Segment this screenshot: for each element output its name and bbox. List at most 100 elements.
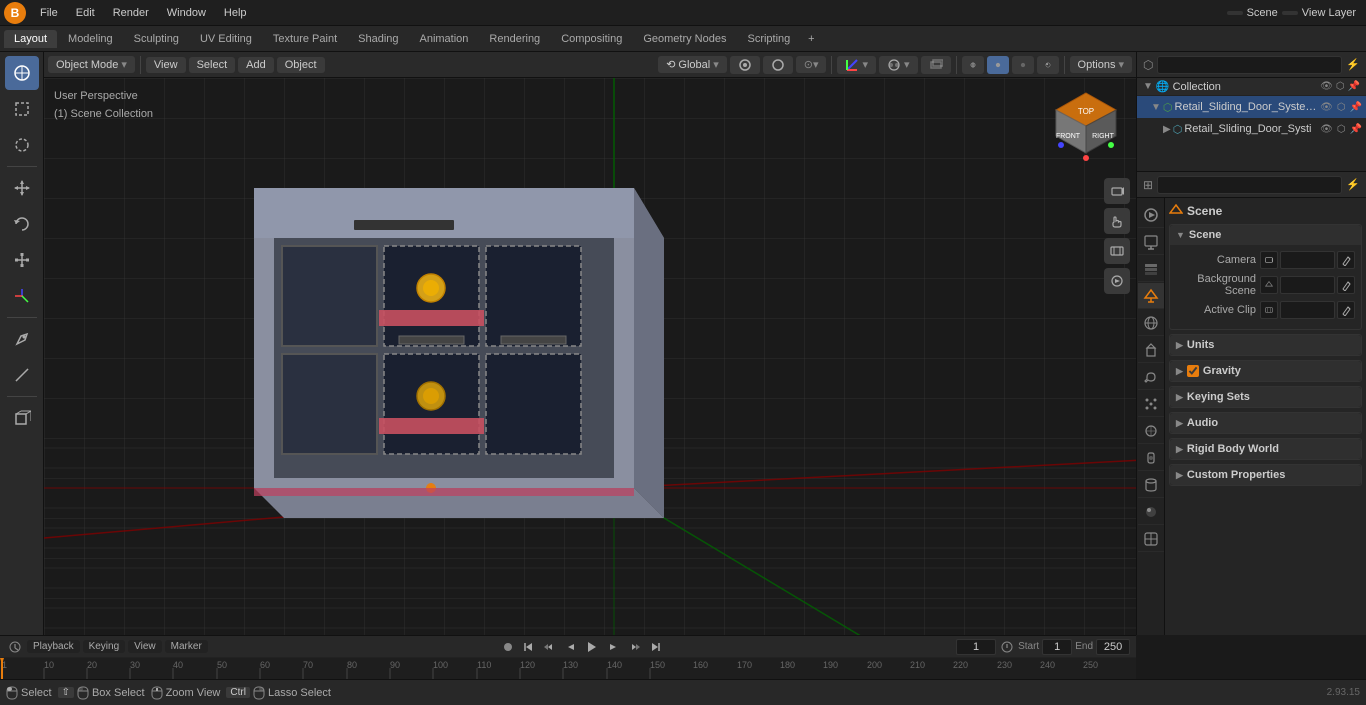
- outliner-search[interactable]: [1157, 56, 1342, 74]
- move-tool[interactable]: [5, 171, 39, 205]
- viewport-object-menu[interactable]: Object: [277, 57, 325, 73]
- menu-file[interactable]: File: [32, 5, 66, 21]
- object-mode-selector[interactable]: Object Mode ▾: [48, 56, 135, 73]
- prop-tab-physics[interactable]: [1138, 418, 1164, 444]
- transform-global-selector[interactable]: ⟲ Global ▾: [658, 56, 727, 73]
- hand-tool-btn[interactable]: [1104, 208, 1130, 234]
- end-frame-field[interactable]: 250: [1096, 639, 1130, 655]
- viewport-select-menu[interactable]: Select: [189, 57, 236, 73]
- xray-toggle[interactable]: [921, 56, 951, 74]
- menu-edit[interactable]: Edit: [68, 5, 103, 21]
- tab-scripting[interactable]: Scripting: [737, 30, 800, 48]
- material-shading[interactable]: [1012, 56, 1034, 74]
- select-circle-tool[interactable]: [5, 128, 39, 162]
- play-btn[interactable]: [583, 638, 601, 656]
- menu-window[interactable]: Window: [159, 5, 214, 21]
- keying-sets-header[interactable]: ▶ Keying Sets: [1170, 387, 1361, 407]
- cursor-tool[interactable]: [5, 56, 39, 90]
- properties-search[interactable]: [1157, 176, 1342, 194]
- active-clip-field[interactable]: [1280, 301, 1335, 319]
- show-gizmo[interactable]: ▾: [837, 56, 876, 74]
- prop-tab-particles[interactable]: [1138, 391, 1164, 417]
- current-frame-field[interactable]: 1: [956, 639, 996, 655]
- prop-tab-world[interactable]: [1138, 310, 1164, 336]
- outliner-filter-icon[interactable]: ⚡: [1346, 58, 1360, 71]
- menu-render[interactable]: Render: [105, 5, 157, 21]
- add-cube-tool[interactable]: [5, 401, 39, 435]
- menu-help[interactable]: Help: [216, 5, 255, 21]
- tab-shading[interactable]: Shading: [348, 30, 408, 48]
- marker-label[interactable]: Marker: [165, 640, 208, 653]
- active-clip-icon[interactable]: [1260, 301, 1278, 319]
- prop-tab-constraints[interactable]: [1138, 445, 1164, 471]
- playback-label[interactable]: Playback: [27, 640, 80, 653]
- keying-label[interactable]: Keying: [83, 640, 126, 653]
- camera-edit-btn[interactable]: [1337, 251, 1355, 269]
- 3d-viewport[interactable]: Object Mode ▾ View Select Add Object: [44, 52, 1136, 635]
- prop-tab-modifier[interactable]: [1138, 364, 1164, 390]
- view-layer-selector[interactable]: [1282, 11, 1298, 15]
- next-keyframe-btn[interactable]: [625, 638, 643, 656]
- rigid-body-world-header[interactable]: ▶ Rigid Body World: [1170, 439, 1361, 459]
- scene-selector[interactable]: [1227, 11, 1243, 15]
- viewport-view-menu[interactable]: View: [146, 57, 186, 73]
- record-btn[interactable]: [499, 638, 517, 656]
- prop-tab-shader[interactable]: [1138, 526, 1164, 552]
- outliner-item-1[interactable]: ▶ ⬡ Retail_Sliding_Door_Systi 👁 ⬡ 📌: [1137, 118, 1366, 140]
- prop-tab-data[interactable]: [1138, 472, 1164, 498]
- jump-start-btn[interactable]: [520, 638, 538, 656]
- tab-uv-editing[interactable]: UV Editing: [190, 30, 262, 48]
- prop-tab-view-layer[interactable]: [1138, 256, 1164, 282]
- prop-tab-render[interactable]: [1138, 202, 1164, 228]
- outliner-item-0[interactable]: ▼ ⬡ Retail_Sliding_Door_System_ 👁 ⬡ 📌: [1137, 96, 1366, 118]
- prev-frame-btn[interactable]: [562, 638, 580, 656]
- proportional-edit[interactable]: [763, 56, 793, 74]
- viewport-canvas[interactable]: User Perspective (1) Scene Collection TO…: [44, 78, 1136, 635]
- snap-toggle[interactable]: [730, 56, 760, 74]
- prop-tab-scene[interactable]: [1138, 283, 1164, 309]
- camera-view-btn[interactable]: [1104, 178, 1130, 204]
- scene-section-header[interactable]: ▼ Scene: [1170, 225, 1361, 245]
- tab-animation[interactable]: Animation: [410, 30, 479, 48]
- prop-tab-object[interactable]: [1138, 337, 1164, 363]
- units-section-header[interactable]: ▶ Units: [1170, 335, 1361, 355]
- tab-texture-paint[interactable]: Texture Paint: [263, 30, 347, 48]
- background-scene-field[interactable]: [1280, 276, 1335, 294]
- gravity-checkbox[interactable]: [1187, 365, 1199, 377]
- timeline-ruler[interactable]: 1 10 20 30 40 50 60 70 80 90 100 110 120…: [0, 658, 1136, 679]
- bg-scene-icon[interactable]: [1260, 276, 1278, 294]
- next-frame-btn[interactable]: [604, 638, 622, 656]
- solid-shading[interactable]: [987, 56, 1009, 74]
- tab-sculpting[interactable]: Sculpting: [124, 30, 189, 48]
- wireframe-shading[interactable]: [962, 56, 984, 74]
- transform-tool[interactable]: [5, 279, 39, 313]
- jump-end-btn[interactable]: [646, 638, 664, 656]
- start-frame-field[interactable]: 1: [1042, 639, 1072, 655]
- tab-geometry-nodes[interactable]: Geometry Nodes: [633, 30, 736, 48]
- options-menu[interactable]: Options ▾: [1070, 56, 1132, 73]
- camera-color[interactable]: [1260, 251, 1278, 269]
- rendered-shading[interactable]: [1037, 56, 1059, 74]
- timeline-icon[interactable]: [6, 638, 24, 656]
- prev-keyframe-btn[interactable]: [541, 638, 559, 656]
- custom-properties-header[interactable]: ▶ Custom Properties: [1170, 465, 1361, 485]
- scale-tool[interactable]: [5, 243, 39, 277]
- rotate-tool[interactable]: [5, 207, 39, 241]
- render-properties-btn[interactable]: [1104, 268, 1130, 294]
- measure-tool[interactable]: [5, 358, 39, 392]
- viewport-add-menu[interactable]: Add: [238, 57, 274, 73]
- bg-scene-edit-btn[interactable]: [1337, 276, 1355, 294]
- select-box-tool[interactable]: [5, 92, 39, 126]
- active-clip-edit-btn[interactable]: [1337, 301, 1355, 319]
- annotate-tool[interactable]: [5, 322, 39, 356]
- gravity-section-header[interactable]: ▶ Gravity: [1170, 361, 1361, 381]
- tab-modeling[interactable]: Modeling: [58, 30, 123, 48]
- tab-rendering[interactable]: Rendering: [479, 30, 550, 48]
- properties-filter-icon[interactable]: ⚡: [1346, 178, 1360, 191]
- proportional-type[interactable]: ⊙▾: [796, 56, 827, 73]
- view-label[interactable]: View: [128, 640, 162, 653]
- prop-tab-material[interactable]: [1138, 499, 1164, 525]
- camera-value-field[interactable]: [1280, 251, 1335, 269]
- navigation-cube[interactable]: TOP FRONT RIGHT: [1046, 88, 1126, 168]
- show-overlay[interactable]: ▾: [879, 56, 918, 74]
